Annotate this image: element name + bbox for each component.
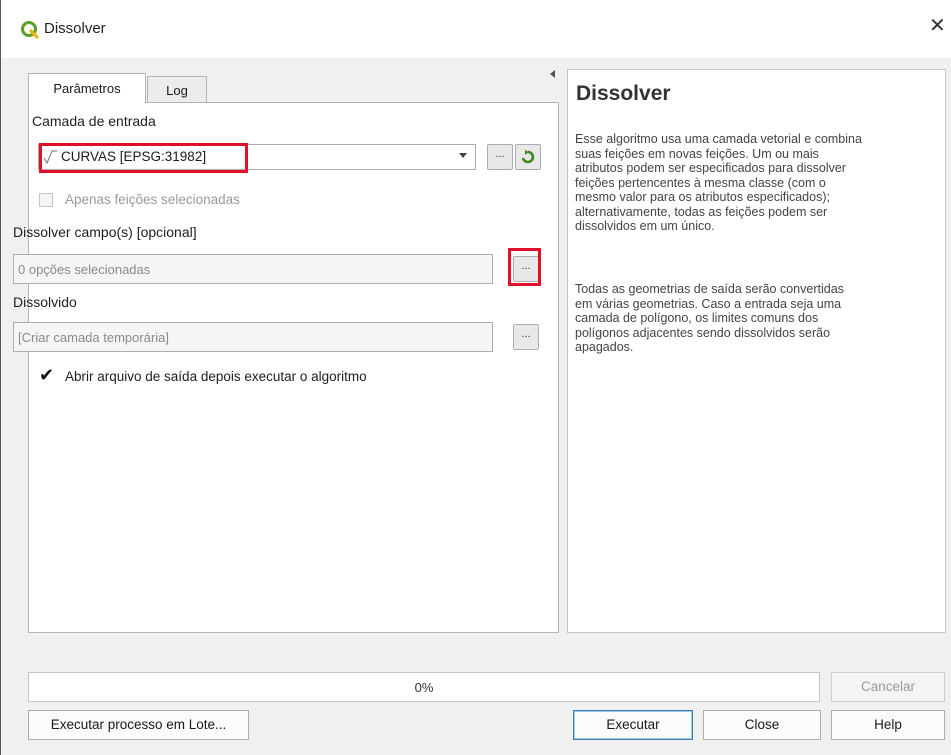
output-input[interactable]: [Criar camada temporária] (13, 322, 493, 352)
progress-text: 0% (414, 680, 434, 695)
open-output-checkbox[interactable]: ✔ (39, 366, 54, 384)
help-line: alternativamente, todas as feições podem… (575, 204, 828, 219)
cancel-button[interactable]: Cancelar (831, 672, 945, 702)
help-line: atributos podem ser especificados para d… (575, 161, 846, 175)
dissolve-fields-input[interactable]: 0 opções selecionadas (13, 254, 493, 284)
input-layer-browse-button[interactable]: ... (487, 144, 513, 170)
help-paragraph-2: Todas as geometrias de saída serão conve… (575, 282, 941, 355)
help-line: Esse algoritmo usa uma camada vetorial e… (575, 132, 862, 146)
title-bar: Dissolver ✕ (1, 0, 951, 58)
collapse-help-icon[interactable] (550, 70, 555, 78)
close-button[interactable]: Close (703, 710, 821, 740)
selected-only-checkbox[interactable] (39, 193, 53, 207)
iterate-button[interactable] (515, 144, 541, 170)
help-panel: Dissolver Esse algoritmo usa uma camada … (567, 69, 946, 633)
parameters-panel: Parâmetros Log Camada de entrada CURVAS … (13, 73, 559, 633)
chevron-down-icon (459, 153, 467, 158)
help-line: em várias geometrias. Caso a entrada sej… (575, 296, 842, 311)
tab-log[interactable]: Log (147, 76, 207, 102)
dissolve-dialog: Dissolver ✕ Parâmetros Log Camada de ent… (0, 0, 951, 755)
help-line: camada de polígono, os limites comuns do… (575, 311, 819, 325)
output-placeholder: [Criar camada temporária] (18, 330, 169, 345)
help-paragraph-1: Esse algoritmo usa uma camada vetorial e… (575, 132, 941, 234)
output-label: Dissolvido (13, 294, 77, 310)
progress-bar: 0% (28, 672, 820, 702)
help-line: suas feições em novas feições. Um ou mai… (575, 146, 819, 161)
help-line: apagados. (575, 340, 634, 354)
output-browse-button[interactable]: ... (513, 324, 539, 350)
run-button[interactable]: Executar (573, 710, 693, 740)
selected-only-label: Apenas feições selecionadas (65, 192, 240, 207)
parameters-tab-pane: Camada de entrada CURVAS [EPSG:31982] ..… (13, 102, 559, 633)
tab-parameters[interactable]: Parâmetros (28, 73, 146, 103)
help-line: dissolvidos em um único. (575, 219, 715, 233)
help-line: feições pertencentes à mesma classe (com… (575, 175, 826, 190)
close-window-icon[interactable]: ✕ (929, 16, 946, 36)
open-output-label: Abrir arquivo de saída depois executar o… (65, 369, 367, 384)
help-line: mesmo valor para os atributos especifica… (575, 190, 830, 204)
help-button[interactable]: Help (831, 710, 945, 740)
help-title: Dissolver (576, 82, 671, 105)
dissolve-fields-browse-highlight (508, 248, 541, 286)
window-title: Dissolver (44, 20, 106, 37)
help-line: polígonos adjacentes sendo dissolvidos s… (575, 325, 831, 340)
help-line: Todas as geometrias de saída serão conve… (575, 282, 844, 296)
dissolve-fields-label: Dissolver campo(s) [opcional] (13, 224, 197, 240)
qgis-logo-icon (21, 21, 39, 39)
iterate-icon (521, 150, 535, 164)
batch-process-button[interactable]: Executar processo em Lote... (28, 710, 249, 740)
input-layer-highlight (39, 143, 248, 173)
input-layer-label: Camada de entrada (32, 113, 156, 129)
